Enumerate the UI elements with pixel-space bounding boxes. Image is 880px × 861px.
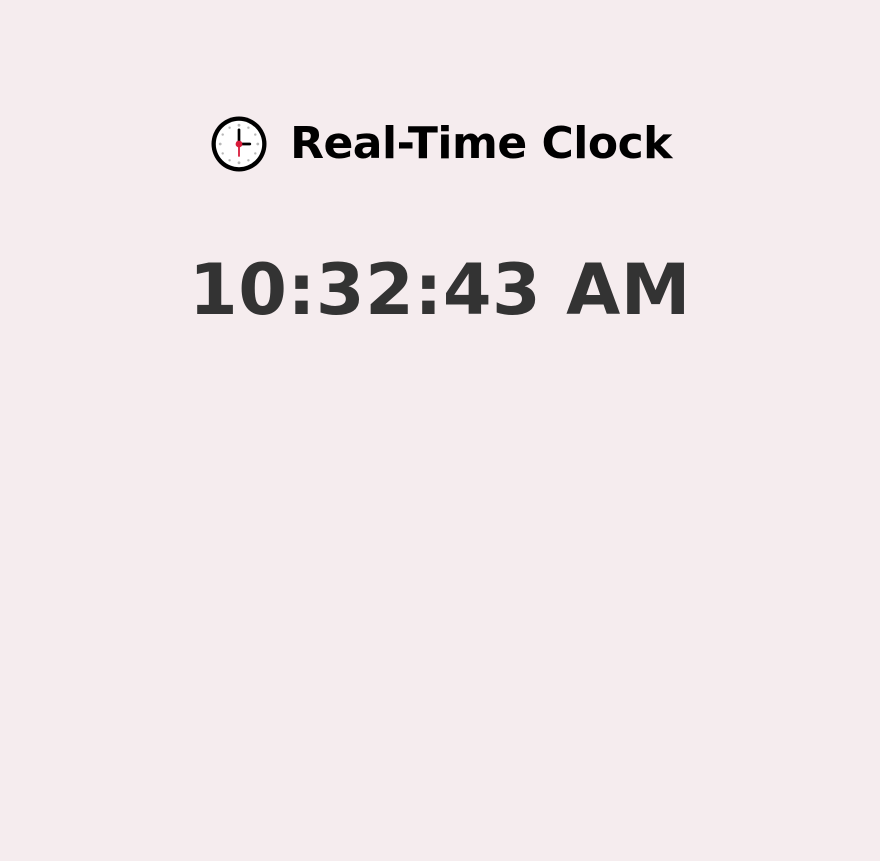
page-title: Real-Time Clock bbox=[290, 118, 672, 169]
clock-page: Real-Time Clock 10:32:43 AM bbox=[0, 0, 880, 861]
page-header: Real-Time Clock bbox=[0, 108, 880, 180]
clock-icon bbox=[208, 113, 270, 175]
current-time: 10:32:43 AM bbox=[189, 249, 691, 331]
